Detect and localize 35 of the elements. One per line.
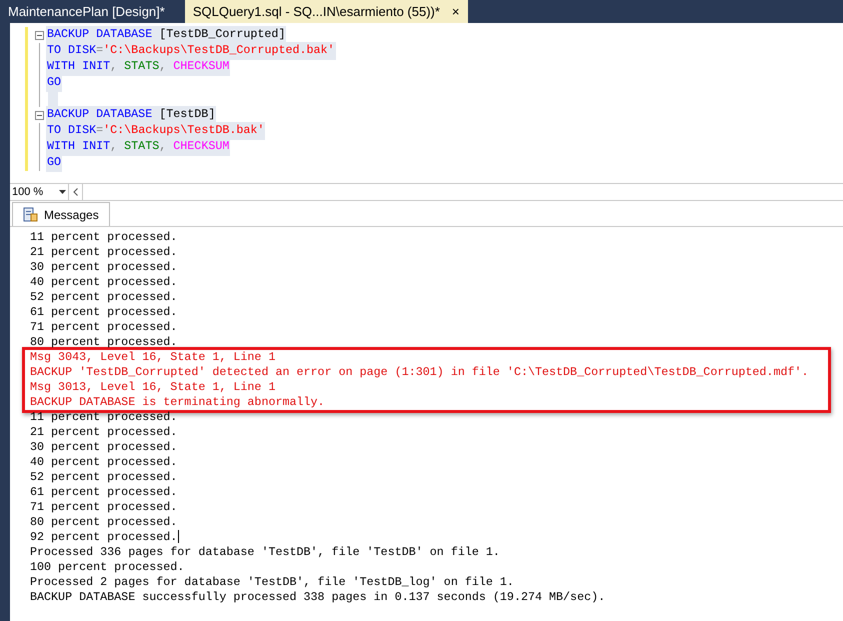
error-message: Msg 3013, Level 16, State 1, Line 1 (30, 380, 276, 394)
message-line: Processed 336 pages for database 'TestDB', file 'TestDB' on file 1. (30, 545, 500, 559)
scroll-left-button[interactable] (68, 184, 83, 200)
message-line: 30 percent processed. (30, 260, 178, 274)
message-line: Processed 2 pages for database 'TestDB', file 'TestDB_log' on file 1. (30, 575, 514, 589)
collapse-icon[interactable] (34, 110, 44, 120)
message-line: 40 percent processed. (30, 275, 178, 289)
chevron-left-icon (73, 188, 78, 196)
error-message: Msg 3043, Level 16, State 1, Line 1 (30, 350, 276, 364)
message-line: BACKUP DATABASE successfully processed 338 pages in 0.137 seconds (19.274 MB/sec). (30, 590, 606, 604)
message-line: 30 percent processed. (30, 440, 178, 454)
message-line: 52 percent processed. (30, 470, 178, 484)
message-line: 61 percent processed. (30, 485, 178, 499)
messages-icon (23, 207, 38, 222)
message-line: 61 percent processed. (30, 305, 178, 319)
messages-tab[interactable]: Messages (12, 202, 110, 226)
error-message: BACKUP DATABASE is terminating abnormally. (30, 395, 325, 409)
message-line: 21 percent processed. (30, 245, 178, 259)
message-line: 11 percent processed. (30, 410, 178, 424)
message-line: 21 percent processed. (30, 425, 178, 439)
message-line: 92 percent processed. (30, 530, 178, 544)
collapse-icon[interactable] (34, 30, 44, 40)
close-tab-button[interactable]: × (452, 2, 460, 22)
message-line: 80 percent processed. (30, 335, 178, 349)
message-line: 40 percent processed. (30, 455, 178, 469)
zoom-dropdown[interactable]: 100 % (10, 184, 68, 200)
message-line: 100 percent processed. (30, 560, 184, 574)
message-line: 71 percent processed. (30, 500, 178, 514)
error-message: BACKUP 'TestDB_Corrupted' detected an error on page (1:301) in file 'C:\TestDB_Corrupted\TestDB_Corrupted.mdf'. (30, 365, 809, 379)
document-tab[interactable]: SQLQuery1.sql - SQ...IN\esarmiento (55))* × (184, 0, 468, 23)
message-line: 71 percent processed. (30, 320, 178, 334)
message-line: 52 percent processed. (30, 290, 178, 304)
message-line: 11 percent processed. (30, 230, 178, 244)
dropdown-caret-icon (59, 190, 66, 194)
message-line: 80 percent processed. (30, 515, 178, 529)
